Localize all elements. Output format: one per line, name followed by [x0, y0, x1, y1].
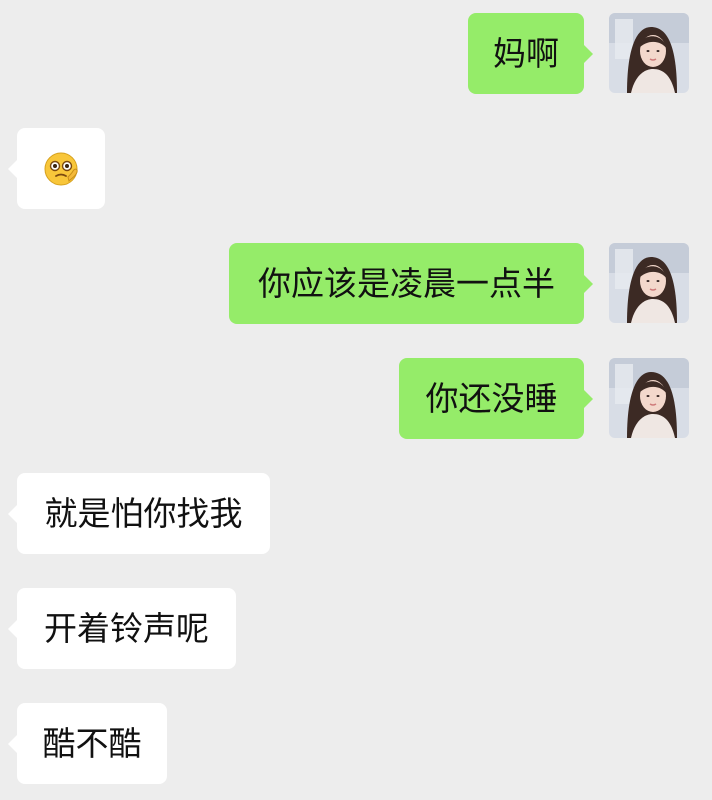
- user-avatar-photo-icon: [609, 358, 689, 438]
- incoming-message-bubble[interactable]: [8, 128, 105, 209]
- message-text: 你还没睡: [425, 379, 558, 418]
- incoming-message-bubble[interactable]: 酷不酷: [8, 703, 167, 784]
- incoming-message-bubble[interactable]: 开着铃声呢: [8, 588, 236, 669]
- user-avatar-photo-icon: [609, 243, 689, 323]
- message-text: 妈啊: [493, 34, 559, 73]
- user-avatar[interactable]: [609, 243, 689, 323]
- user-avatar[interactable]: [609, 358, 689, 438]
- message-text: 酷不酷: [42, 724, 142, 763]
- user-avatar[interactable]: [609, 13, 689, 93]
- outgoing-message-bubble[interactable]: 你还没睡: [399, 358, 593, 439]
- incoming-message-bubble[interactable]: 就是怕你找我: [8, 473, 270, 554]
- user-avatar-photo-icon: [609, 13, 689, 93]
- nervous-face-waving-emoji-icon: [42, 150, 80, 188]
- message-text: 就是怕你找我: [44, 494, 243, 533]
- message-text: 你应该是凌晨一点半: [258, 264, 555, 303]
- message-text: 开着铃声呢: [44, 609, 209, 648]
- outgoing-message-bubble[interactable]: 你应该是凌晨一点半: [229, 243, 593, 324]
- outgoing-message-bubble[interactable]: 妈啊: [468, 13, 593, 94]
- chat-window: 妈啊 你应该是凌晨一点半 你还没睡 就是怕你找我 开着铃声呢 酷不酷: [0, 0, 712, 800]
